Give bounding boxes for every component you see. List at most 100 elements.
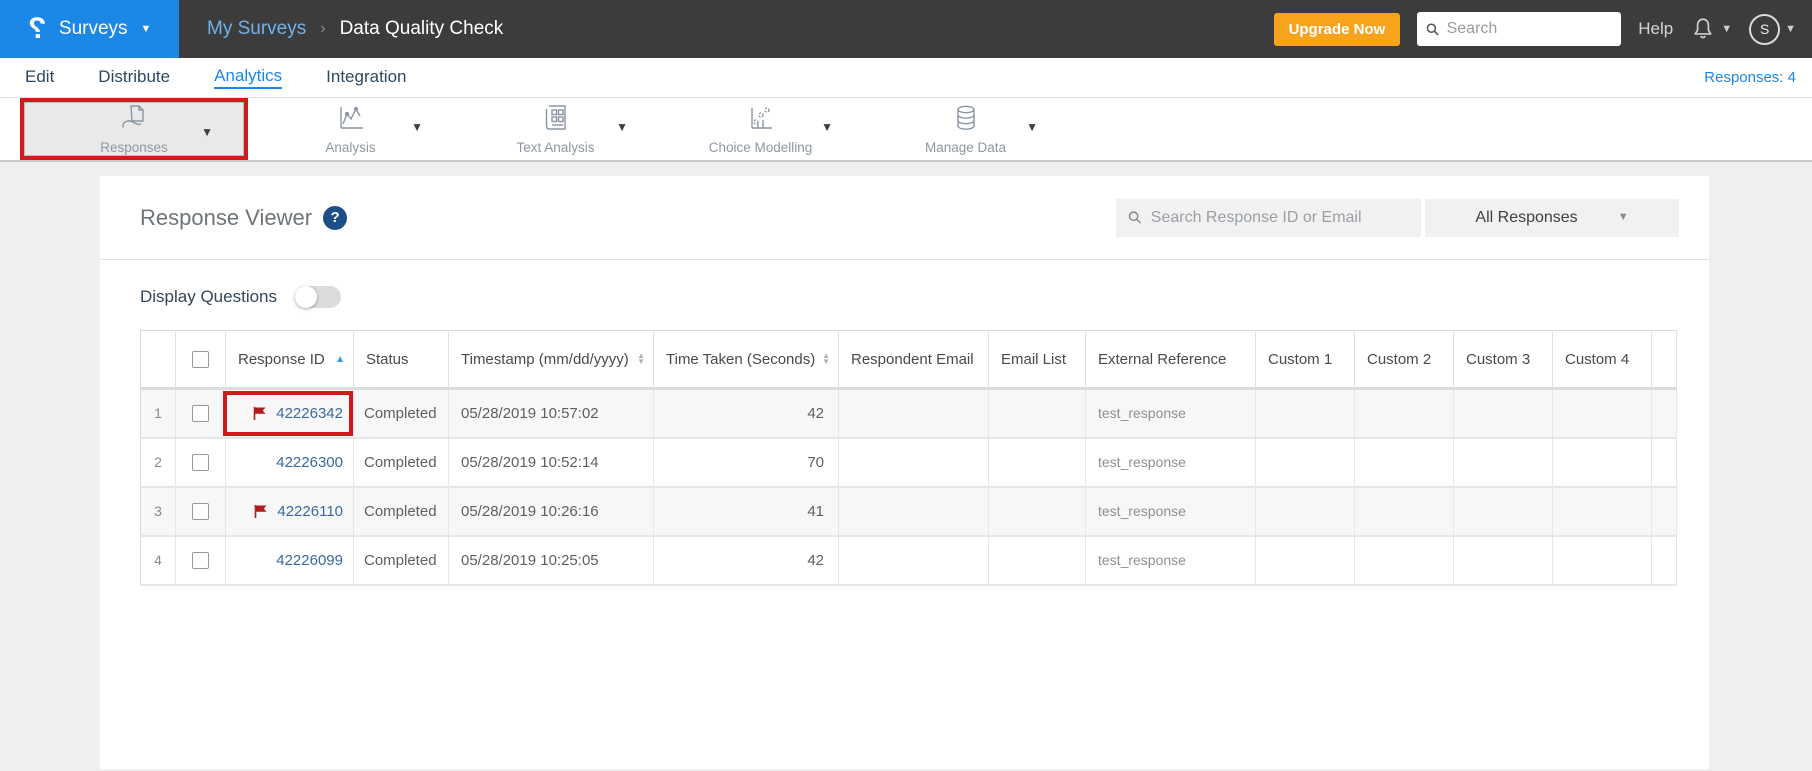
row-checkbox-cell bbox=[175, 437, 226, 488]
select-all-checkbox[interactable] bbox=[192, 350, 209, 368]
row-checkbox[interactable] bbox=[192, 405, 209, 423]
product-menu[interactable]: ? Surveys ▼ bbox=[0, 0, 179, 58]
display-questions-label: Display Questions bbox=[140, 287, 278, 306]
status-cell: Completed bbox=[353, 486, 449, 537]
column-header-custom-1[interactable]: Custom 1 bbox=[1255, 330, 1355, 390]
flag-icon bbox=[255, 504, 267, 518]
toolbar-item-analysis[interactable]: Analysis ▼ bbox=[248, 98, 453, 160]
table-header-row: Response ID ▲ Status Timestamp (mm/dd/yyyy)… bbox=[140, 330, 1677, 390]
search-icon bbox=[1128, 211, 1142, 224]
email-list-cell bbox=[988, 388, 1086, 439]
custom3-cell bbox=[1453, 486, 1553, 537]
toolbar-item-choice-modelling[interactable]: Choice Modelling ▼ bbox=[658, 98, 863, 160]
spacer-cell bbox=[1651, 388, 1677, 439]
chevron-down-icon: ▼ bbox=[140, 22, 152, 35]
avatar: S bbox=[1749, 13, 1781, 45]
display-questions-toggle[interactable] bbox=[295, 286, 342, 308]
row-checkbox[interactable] bbox=[192, 551, 209, 569]
table-row: 1 42226342 Completed 05/28/2019 10:57:02 42 t… bbox=[140, 388, 1677, 439]
notifications-menu[interactable]: ▼ bbox=[1690, 16, 1732, 43]
time-taken-cell: 42 bbox=[653, 388, 839, 439]
toolbar-item-text-analysis[interactable]: Text Analysis ▼ bbox=[453, 98, 658, 160]
row-number: 3 bbox=[140, 486, 176, 537]
help-icon[interactable]: ? bbox=[323, 205, 348, 230]
column-header-select-all[interactable] bbox=[175, 330, 226, 390]
response-id-link[interactable]: 42226110 bbox=[277, 503, 343, 520]
email-list-cell bbox=[988, 535, 1086, 586]
custom1-cell bbox=[1255, 486, 1355, 537]
column-header-custom-2[interactable]: Custom 2 bbox=[1354, 330, 1454, 390]
responses-icon bbox=[119, 104, 149, 137]
product-menu-label: Surveys bbox=[58, 18, 128, 39]
toolbar-item-manage-data[interactable]: Manage Data ▼ bbox=[863, 98, 1068, 160]
email-list-cell bbox=[988, 486, 1086, 537]
column-header-blank bbox=[1651, 330, 1677, 390]
global-search-box[interactable] bbox=[1417, 12, 1622, 46]
column-label: Respondent Email bbox=[851, 350, 974, 368]
breadcrumb-separator-icon: › bbox=[320, 20, 326, 37]
breadcrumb-my-surveys[interactable]: My Surveys bbox=[207, 18, 306, 40]
column-header-custom-4[interactable]: Custom 4 bbox=[1552, 330, 1652, 390]
manage-data-icon bbox=[953, 104, 979, 137]
time-taken-cell: 41 bbox=[653, 486, 839, 537]
column-label: Time Taken (Seconds) bbox=[666, 350, 816, 368]
toolbar-item-responses[interactable]: Responses ▼ bbox=[24, 102, 244, 156]
response-search-box[interactable] bbox=[1116, 198, 1421, 237]
tab-edit[interactable]: Edit bbox=[25, 67, 54, 88]
external-reference-cell: test_response bbox=[1085, 437, 1256, 488]
response-search-input[interactable] bbox=[1150, 208, 1409, 227]
tab-analytics[interactable]: Analytics bbox=[214, 66, 283, 89]
account-menu[interactable]: S ▼ bbox=[1749, 13, 1796, 45]
column-header-email-list[interactable]: Email List bbox=[988, 330, 1086, 390]
column-label: Timestamp (mm/dd/yyyy) bbox=[461, 350, 629, 368]
analytics-toolbar: Responses ▼ Analysis ▼ Text Analysis ▼ C… bbox=[0, 98, 1812, 162]
row-checkbox[interactable] bbox=[192, 502, 209, 520]
upgrade-now-button[interactable]: Upgrade Now bbox=[1273, 12, 1401, 46]
choice-modelling-icon bbox=[746, 104, 776, 137]
response-id-cell: 42226110 bbox=[225, 486, 354, 537]
column-header-status[interactable]: Status bbox=[353, 330, 449, 390]
custom3-cell bbox=[1453, 535, 1553, 586]
survey-nav: Edit Distribute Analytics Integration Re… bbox=[0, 58, 1812, 98]
response-id-link[interactable]: 42226300 bbox=[276, 454, 343, 471]
page-background: Response Viewer ? All Responses ▼ Displ bbox=[0, 162, 1812, 769]
response-id-link[interactable]: 42226099 bbox=[276, 552, 343, 569]
table-row: 4 42226099 Completed 05/28/2019 10:25:05 42 t… bbox=[140, 535, 1677, 586]
custom4-cell bbox=[1552, 437, 1652, 488]
response-filter-dropdown[interactable]: All Responses ▼ bbox=[1425, 198, 1679, 237]
external-reference-cell: test_response bbox=[1085, 535, 1256, 586]
responses-table: Response ID ▲ Status Timestamp (mm/dd/yyyy)… bbox=[140, 330, 1677, 586]
sort-icon[interactable]: ▲ ▼ bbox=[637, 352, 645, 366]
custom2-cell bbox=[1354, 437, 1454, 488]
timestamp-cell: 05/28/2019 10:52:14 bbox=[448, 437, 654, 488]
tab-integration[interactable]: Integration bbox=[326, 67, 406, 88]
chevron-down-icon: ▼ bbox=[1785, 22, 1796, 35]
toggle-knob bbox=[295, 286, 318, 308]
custom1-cell bbox=[1255, 535, 1355, 586]
custom2-cell bbox=[1354, 535, 1454, 586]
column-header-timestamp-mm-dd-yyyy[interactable]: Timestamp (mm/dd/yyyy) ▲ ▼ bbox=[448, 330, 654, 390]
chevron-down-icon: ▼ bbox=[821, 120, 833, 134]
column-header-respondent-email[interactable]: Respondent Email bbox=[838, 330, 989, 390]
column-header-time-taken-seconds[interactable]: Time Taken (Seconds) ▲ ▼ bbox=[653, 330, 839, 390]
column-header-custom-3[interactable]: Custom 3 bbox=[1453, 330, 1553, 390]
respondent-email-cell bbox=[838, 535, 989, 586]
sort-icon[interactable]: ▲ ▼ bbox=[822, 352, 830, 366]
row-checkbox[interactable] bbox=[192, 453, 209, 471]
response-id-link[interactable]: 42226342 bbox=[276, 405, 343, 422]
status-cell: Completed bbox=[353, 388, 449, 439]
row-number: 4 bbox=[140, 535, 176, 586]
questionpro-logo-icon: ? bbox=[27, 12, 46, 45]
help-link[interactable]: Help bbox=[1638, 19, 1673, 39]
custom2-cell bbox=[1354, 486, 1454, 537]
timestamp-cell: 05/28/2019 10:57:02 bbox=[448, 388, 654, 439]
timestamp-cell: 05/28/2019 10:26:16 bbox=[448, 486, 654, 537]
respondent-email-cell bbox=[838, 486, 989, 537]
tab-distribute[interactable]: Distribute bbox=[98, 67, 170, 88]
global-search-input[interactable] bbox=[1446, 20, 1613, 38]
column-header-external-reference[interactable]: External Reference bbox=[1085, 330, 1256, 390]
toolbar-item-label: Text Analysis bbox=[516, 139, 595, 155]
column-header-response-id[interactable]: Response ID ▲ bbox=[225, 330, 354, 390]
chevron-down-icon: ▼ bbox=[411, 120, 423, 134]
sort-ascending-icon[interactable]: ▲ bbox=[335, 354, 345, 365]
